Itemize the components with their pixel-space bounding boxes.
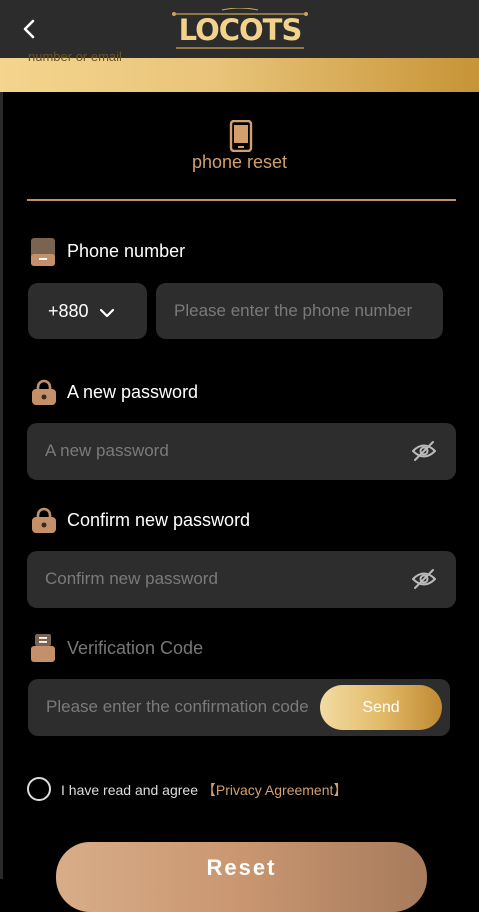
new-password-input[interactable]: A new password (27, 423, 456, 480)
chevron-down-icon (99, 305, 115, 323)
confirm-password-input[interactable]: Confirm new password (27, 551, 456, 608)
eye-hidden-icon[interactable] (411, 568, 437, 595)
agreement-checkbox[interactable] (27, 777, 51, 801)
verification-code-icon (31, 634, 55, 667)
send-code-button[interactable]: Send (320, 685, 442, 730)
verification-code-label: Verification Code (67, 638, 204, 658)
left-edge (0, 92, 3, 879)
lock-icon (31, 507, 57, 538)
country-code-select[interactable]: +880 (28, 283, 147, 339)
phone-label-icon (31, 238, 55, 271)
banner: number or email (0, 49, 479, 92)
phone-placeholder: Please enter the phone number (174, 301, 413, 320)
logo: LOCOTS (172, 8, 308, 52)
banner-text: number or email (28, 49, 122, 64)
logo-text: LOCOTS (178, 13, 303, 47)
confirm-password-label: Confirm new password (67, 510, 251, 530)
country-code-value: +880 (48, 301, 89, 321)
agreement-label: I have read and agree (61, 782, 198, 798)
agreement-text: I have read and agree 【Privacy Agreement… (61, 780, 347, 800)
lock-icon (31, 379, 57, 410)
reset-button[interactable]: Reset (56, 842, 427, 912)
confirm-password-placeholder: Confirm new password (45, 569, 218, 588)
phone-label: Phone number (67, 241, 186, 261)
tab-phone-reset[interactable]: phone reset (0, 152, 479, 173)
privacy-agreement-link[interactable]: 【Privacy Agreement】 (202, 782, 348, 798)
verification-code-placeholder: Please enter the confirmation code (46, 697, 309, 716)
tab-underline (27, 199, 456, 201)
phone-input[interactable]: Please enter the phone number (156, 283, 443, 339)
new-password-placeholder: A new password (45, 441, 169, 460)
new-password-label: A new password (67, 382, 199, 402)
eye-hidden-icon[interactable] (411, 440, 437, 467)
back-arrow-icon[interactable] (18, 17, 42, 41)
